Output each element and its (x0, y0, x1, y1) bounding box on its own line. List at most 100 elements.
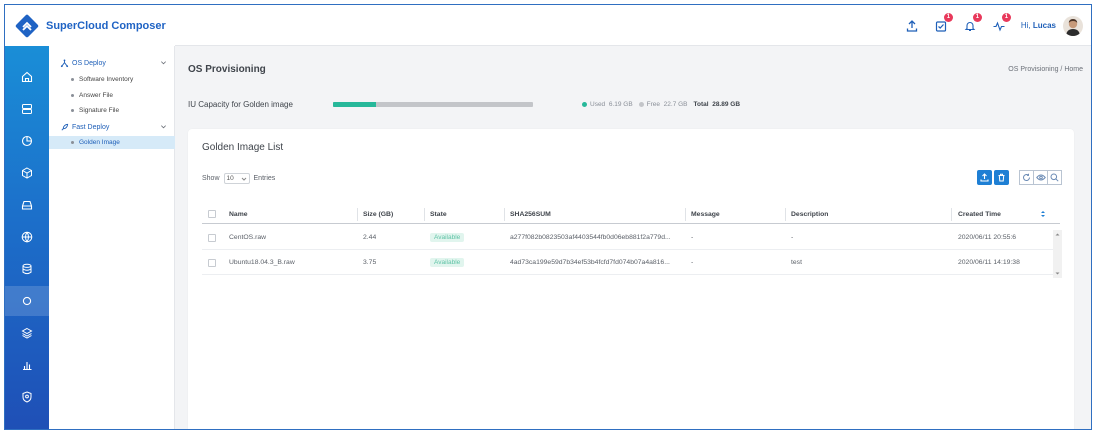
used-legend: Used 6.19 GB (582, 101, 633, 108)
row-created: 2020/06/11 20:55:6 (958, 234, 1017, 241)
page-title: OS Provisioning (188, 64, 266, 75)
tree-item-golden-image[interactable]: Golden Image (49, 136, 175, 149)
select-all-checkbox[interactable] (208, 205, 216, 223)
upload-image-button[interactable] (977, 170, 992, 185)
eye-icon (1035, 174, 1046, 181)
icon-rail (5, 46, 49, 429)
rail-home[interactable] (5, 62, 49, 92)
total-value: 28.89 GB (712, 101, 741, 108)
row-state: Available (430, 226, 465, 249)
bell-icon[interactable]: 1 (963, 12, 982, 33)
upload-icon[interactable] (905, 19, 919, 33)
col-created-time[interactable]: Created Time (958, 205, 1001, 223)
user-name: Lucas (1032, 21, 1056, 30)
tree-group-label: OS Deploy (72, 59, 106, 67)
circle-icon (22, 296, 32, 306)
home-icon (21, 71, 33, 83)
search-icon (1050, 173, 1059, 182)
breadcrumb[interactable]: OS Provisioning / Home (1008, 66, 1083, 73)
brand[interactable]: SuperCloud Composer (5, 5, 175, 46)
search-button[interactable] (1047, 170, 1062, 185)
view-columns-button[interactable] (1033, 170, 1048, 185)
rail-database[interactable] (5, 254, 49, 284)
tasks-badge: 1 (943, 12, 953, 22)
sort-icon[interactable] (1040, 205, 1046, 223)
refresh-icon (1023, 173, 1030, 181)
rail-circle[interactable] (5, 286, 49, 316)
rail-servers[interactable] (5, 94, 49, 124)
table-row[interactable]: CentOS.raw 2.44 Available a277f082b08235… (202, 226, 1060, 250)
rail-chart-pie[interactable] (5, 126, 49, 156)
capacity-legend: Used 6.19 GB Free 22.7 GB Total 28.89 GB (582, 101, 740, 108)
tree-item-software-inventory[interactable]: Software Inventory (49, 73, 175, 86)
page-size-select[interactable]: 10 (223, 173, 250, 184)
rail-drive[interactable] (5, 190, 49, 220)
col-state[interactable]: State (430, 205, 447, 223)
tasks-icon[interactable]: 1 (934, 12, 953, 33)
total-legend: Total 28.89 GB (693, 101, 741, 108)
golden-image-card: Golden Image List Show 10 Entries Name S… (188, 129, 1074, 429)
status-badge: Available (430, 233, 465, 242)
rail-layers[interactable] (5, 318, 49, 348)
col-size[interactable]: Size (GB) (363, 205, 393, 223)
alerts-badge: 1 (972, 12, 982, 22)
col-name[interactable]: Name (229, 205, 248, 223)
used-dot (582, 101, 587, 107)
drive-icon (21, 200, 33, 210)
free-legend: Free 22.7 GB (638, 101, 688, 108)
rail-globe[interactable] (5, 222, 49, 252)
capacity-used-fill (333, 102, 376, 107)
rail-bar-chart[interactable] (5, 350, 49, 380)
user-greeting[interactable]: Hi, Lucas (1021, 21, 1056, 30)
chevron-down-icon (161, 125, 166, 129)
rail-cube[interactable] (5, 158, 49, 188)
activity-badge: 1 (1001, 12, 1011, 22)
avatar[interactable] (1063, 15, 1083, 36)
row-checkbox[interactable] (208, 251, 216, 274)
row-description: - (791, 234, 794, 241)
activity-icon[interactable]: 1 (992, 12, 1011, 33)
col-message[interactable]: Message (691, 205, 720, 223)
rail-shield[interactable] (5, 382, 49, 412)
row-size: 3.75 (363, 259, 377, 266)
tree-group-fast-deploy[interactable]: Fast Deploy (49, 120, 175, 134)
logo-icon (15, 14, 39, 37)
bar-chart-icon (23, 362, 32, 371)
top-header: SuperCloud Composer 1 1 1 Hi, Lucas (5, 5, 1091, 46)
delete-image-button[interactable] (994, 170, 1009, 185)
tree-group-os-deploy[interactable]: OS Deploy (49, 56, 175, 70)
table-toolbar (977, 170, 1062, 185)
app-title: SuperCloud Composer (46, 19, 166, 32)
row-name: CentOS.raw (229, 234, 267, 241)
row-description: test (791, 259, 802, 266)
free-dot (638, 101, 644, 107)
tree-item-answer-file[interactable]: Answer File (49, 89, 175, 102)
table-row[interactable]: Ubuntu18.04.3_B.raw 3.75 Available 4ad73… (202, 251, 1060, 275)
used-value: 6.19 GB (608, 101, 633, 108)
upload-icon (980, 173, 989, 182)
row-sha256: a277f082b0823503af4403544fb0d06eb881f2a7… (510, 234, 671, 241)
shield-icon (22, 391, 32, 403)
chevron-up-icon[interactable] (1055, 232, 1060, 237)
row-checkbox[interactable] (208, 226, 216, 249)
chevron-down-icon (241, 177, 246, 181)
col-sha256[interactable]: SHA256SUM (510, 205, 551, 223)
table-scrollbar[interactable] (1053, 230, 1062, 278)
chart-pie-icon (21, 135, 33, 147)
tree-item-signature-file[interactable]: Signature File (49, 104, 175, 117)
row-created: 2020/06/11 14:19:38 (958, 259, 1020, 266)
tree-group-label: Fast Deploy (72, 123, 110, 131)
refresh-button[interactable] (1019, 170, 1034, 185)
chevron-down-icon[interactable] (1055, 271, 1060, 276)
layers-icon (21, 327, 33, 339)
row-message: - (691, 259, 694, 266)
database-icon (22, 263, 32, 275)
row-state: Available (430, 251, 465, 274)
row-size: 2.44 (363, 234, 377, 241)
nav-tree: OS Deploy Software Inventory Answer File… (49, 46, 175, 429)
servers-icon (22, 104, 32, 114)
col-description[interactable]: Description (791, 205, 828, 223)
trash-icon (998, 173, 1005, 182)
table-header: Name Size (GB) State SHA256SUM Message D… (202, 205, 1060, 224)
capacity-label: IU Capacity for Golden image (188, 100, 293, 109)
